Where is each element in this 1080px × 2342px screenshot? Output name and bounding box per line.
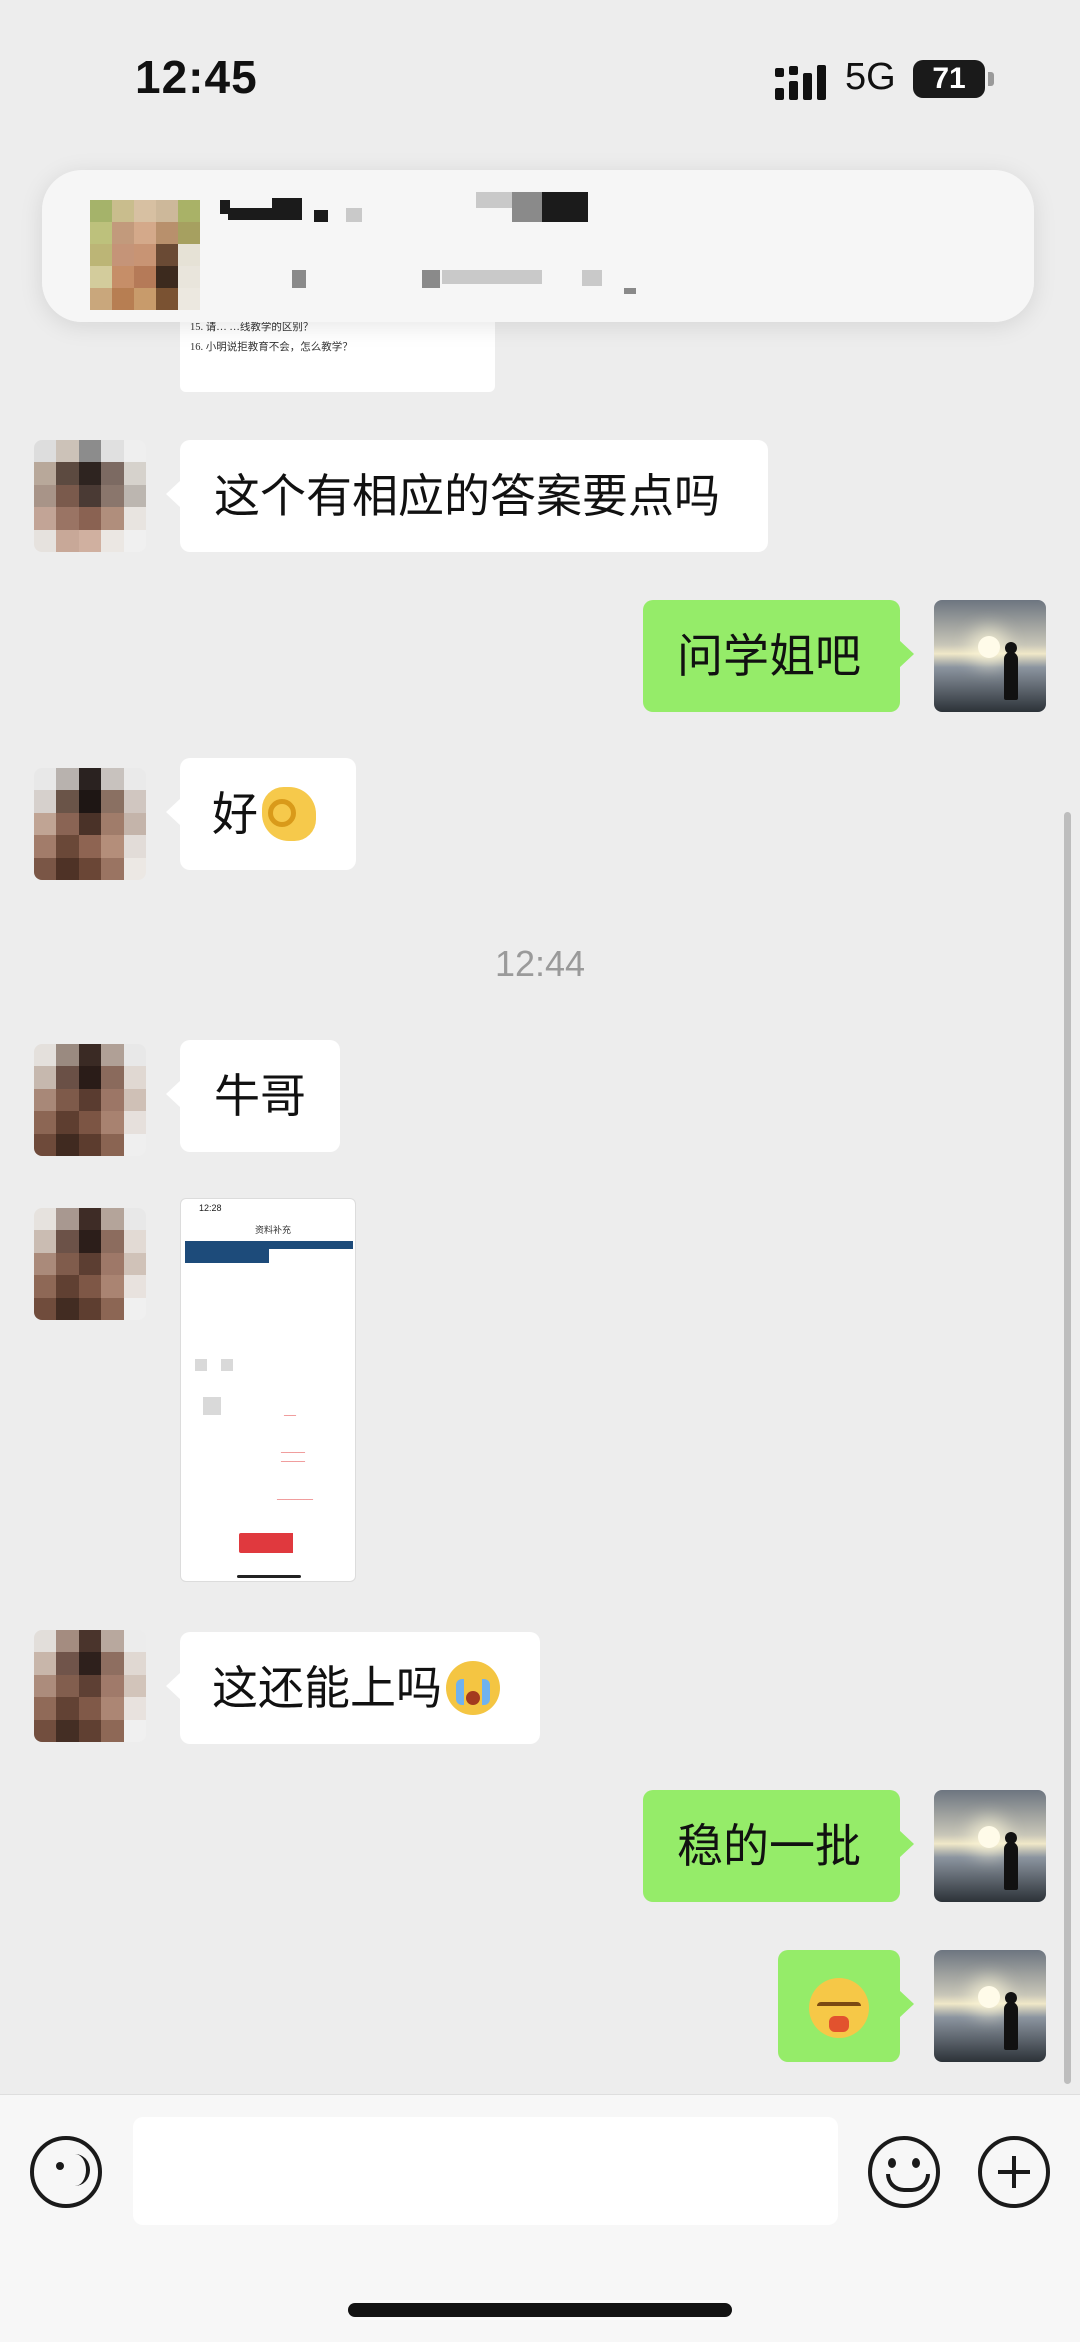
pixelated-text [228,208,272,220]
pixelated-text [442,270,542,284]
screenshot-red-text: ____________ [277,1493,313,1500]
message-text: 这还能上吗 [212,1661,442,1715]
signal-icon [775,65,826,100]
document-image-message[interactable]: 15. 请… …线教学的区别？ 16. 小明说拒教育不会，怎么教学？ [180,310,495,392]
message-bubble-outgoing[interactable]: 问学姐吧 [643,600,914,712]
message-bubble-incoming[interactable]: 牛哥 [166,1040,340,1152]
sun-shape [978,1826,1000,1848]
screenshot-title: 资料补充 [255,1226,292,1236]
message-bubble-outgoing[interactable]: 稳的一批 [643,1790,914,1902]
voice-input-icon[interactable] [30,2136,102,2208]
message-bubble-incoming[interactable]: 这还能上吗 [166,1632,540,1744]
shushing-face-emoji-icon [809,1977,869,2038]
message-bubble-outgoing[interactable] [778,1950,914,2062]
pixelated-block [203,1397,221,1415]
screenshot-red-text: ________ ________ [281,1446,305,1462]
more-actions-icon[interactable] [978,2136,1050,2208]
message-bubble-incoming[interactable]: 这个有相应的答案要点吗 [166,440,768,552]
contact-avatar[interactable] [34,440,146,552]
battery-cap [988,72,994,86]
contact-avatar[interactable] [34,1208,146,1320]
screenshot-image-message[interactable]: 12:28 资料补充 ____ ________ ________ _______… [180,1198,356,1582]
sun-shape [978,636,1000,658]
my-avatar[interactable] [934,1790,1046,1902]
screenshot-header-block [185,1241,269,1263]
notification-avatar [90,200,200,310]
contact-avatar[interactable] [34,1630,146,1742]
pixelated-block [221,1359,233,1371]
notification-banner[interactable] [42,170,1034,322]
chat-timestamp: 12:44 [494,943,586,984]
document-line: 16. 小明说拒教育不会，怎么教学？ [190,342,353,353]
loudly-crying-emoji-icon [446,1660,500,1715]
message-bubble-incoming[interactable]: 好 [166,758,356,870]
status-time: 12:45 [135,51,258,103]
screenshot-red-button [239,1533,293,1553]
pixelated-text [624,288,636,294]
battery-level: 71 [932,62,966,95]
my-avatar[interactable] [934,600,1046,712]
silhouette-body [1004,652,1018,700]
ok-hand-emoji-icon [262,786,316,841]
silhouette-body [1004,1842,1018,1890]
status-bar: 12:45 5G 71 [0,0,1080,160]
pixelated-text [512,192,542,222]
battery-icon: 71 [913,60,985,98]
home-indicator[interactable] [348,2303,732,2317]
pixelated-text [422,270,440,288]
silhouette-body [1004,2002,1018,2050]
emoji-picker-icon[interactable] [868,2136,940,2208]
pixelated-block [195,1359,207,1371]
screenshot-home-bar [237,1575,301,1578]
message-input[interactable] [133,2117,838,2225]
pixelated-text [272,198,302,220]
pixelated-text [582,270,602,286]
sun-shape [978,1986,1000,2008]
network-label: 5G [845,56,896,98]
contact-avatar[interactable] [34,768,146,880]
pixelated-text [292,270,306,288]
message-text: 好 [212,787,258,841]
pixelated-text [542,192,588,222]
pixelated-text [314,210,328,222]
pixelated-text [346,208,362,222]
screenshot-red-text: ____ [284,1409,296,1416]
my-avatar[interactable] [934,1950,1046,2062]
scroll-indicator[interactable] [1064,812,1071,2084]
contact-avatar[interactable] [34,1044,146,1156]
screenshot-time: 12:28 [199,1203,222,1213]
